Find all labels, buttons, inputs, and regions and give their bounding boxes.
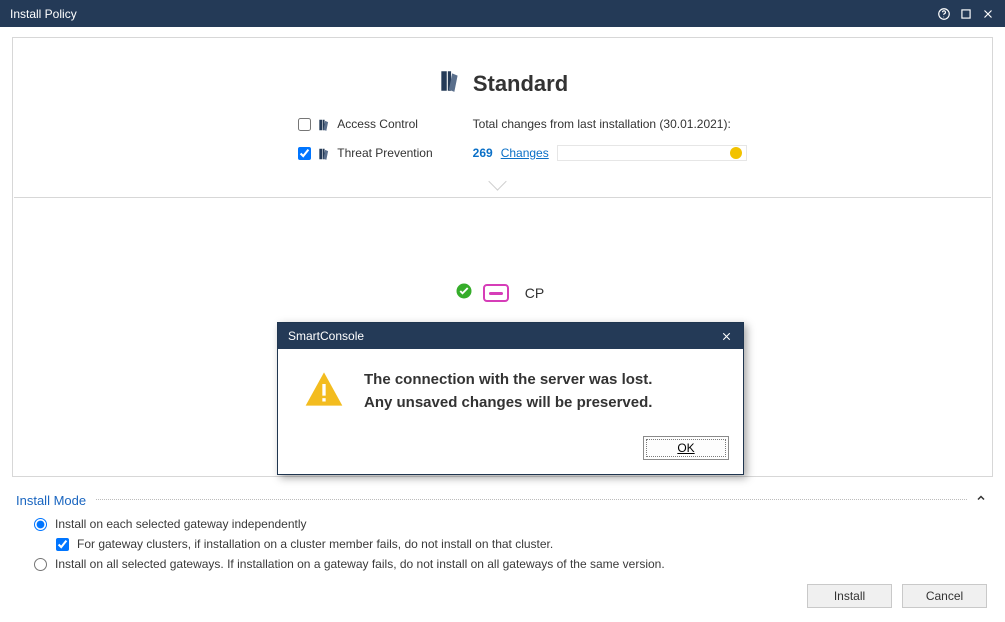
access-control-icon [317,117,331,132]
help-icon[interactable] [933,3,955,25]
close-icon[interactable] [977,3,999,25]
status-ok-icon [455,282,473,305]
cancel-button[interactable]: Cancel [902,584,987,608]
mode-all-gateways-radio[interactable] [34,558,47,571]
footer-buttons: Install Cancel [807,584,987,608]
mode-independent-option[interactable]: Install on each selected gateway indepen… [34,517,987,531]
cluster-fail-option[interactable]: For gateway clusters, if installation on… [56,537,987,551]
access-control-option[interactable]: Access Control [298,117,432,132]
changes-caption: Total changes from last installation (30… [473,117,747,131]
access-control-label: Access Control [337,117,418,131]
mode-independent-radio[interactable] [34,518,47,531]
user-badge-icon [730,147,742,159]
mode-all-gateways-label: Install on all selected gateways. If ins… [55,557,665,571]
dotted-divider [96,499,967,500]
dialog-titlebar: SmartConsole [278,323,743,349]
policy-options: Access Control Threat Prevention Total c… [13,117,992,161]
threat-prevention-label: Threat Prevention [337,146,432,160]
access-control-checkbox[interactable] [298,118,311,131]
mode-all-gateways-option[interactable]: Install on all selected gateways. If ins… [34,557,987,571]
dialog-title: SmartConsole [288,329,364,343]
changes-count: 269 [473,146,493,160]
maximize-icon[interactable] [955,3,977,25]
gateway-icon [483,284,509,302]
blade-options: Access Control Threat Prevention [298,117,432,161]
threat-prevention-option[interactable]: Threat Prevention [298,146,432,161]
dialog-message-line2: Any unsaved changes will be preserved. [364,392,652,415]
policy-icon [437,68,463,99]
dialog-close-icon[interactable] [715,325,737,347]
dialog-ok-button[interactable]: OK [643,436,729,460]
connection-lost-dialog: SmartConsole The connection with the ser… [277,322,744,475]
window-title: Install Policy [10,7,77,21]
warning-icon [304,369,344,414]
threat-prevention-checkbox[interactable] [298,147,311,160]
window-titlebar: Install Policy [0,0,1005,27]
cluster-fail-checkbox[interactable] [56,538,69,551]
policy-name: Standard [473,71,568,97]
mode-independent-label: Install on each selected gateway indepen… [55,517,307,531]
dialog-message-line1: The connection with the server was lost. [364,369,652,392]
changes-link[interactable]: Changes [501,146,549,160]
divider-notch [502,177,503,197]
changes-summary: Total changes from last installation (30… [473,117,747,161]
install-button[interactable]: Install [807,584,892,608]
cluster-fail-label: For gateway clusters, if installation on… [77,537,553,551]
install-mode-section: Install Mode Install on each selected ga… [12,491,993,571]
install-mode-body: Install on each selected gateway indepen… [16,509,987,571]
threat-prevention-icon [317,146,331,161]
changes-bar [557,145,747,161]
gateway-label[interactable]: CP [519,283,550,303]
policy-header: Standard [13,38,992,99]
install-mode-title: Install Mode [16,493,86,508]
collapse-icon[interactable] [975,491,987,509]
dialog-message: The connection with the server was lost.… [364,369,652,414]
